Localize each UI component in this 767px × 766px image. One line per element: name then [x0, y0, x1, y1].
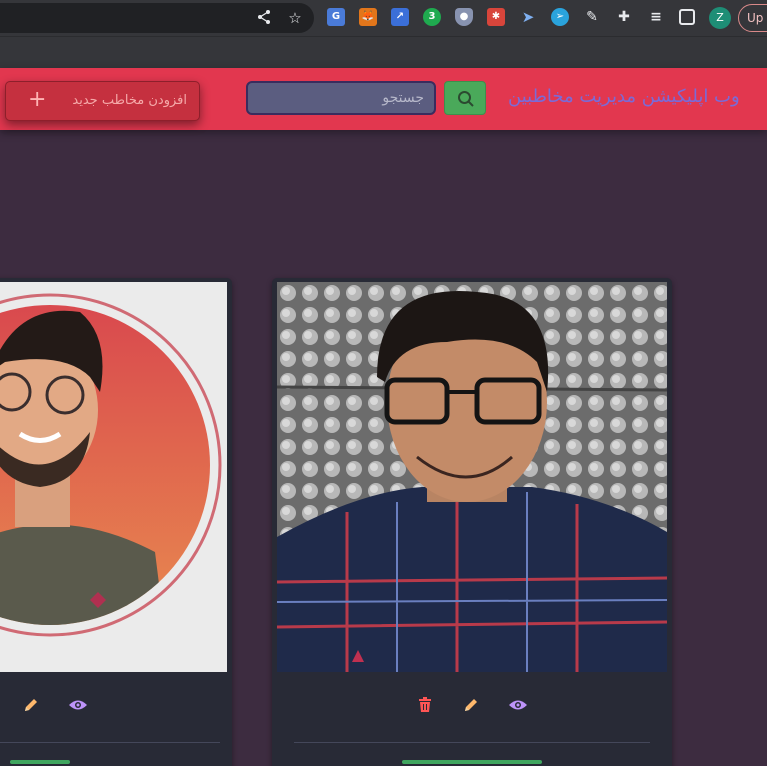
- search-input[interactable]: [246, 81, 436, 115]
- contact-photo: [0, 282, 227, 672]
- browser-toolbar: ☆ G 🦊 ↗ 3 ● ✱ ➤ ➢ ✎ ✚ ≡ Z Up: [0, 0, 767, 36]
- search-icon: [458, 91, 474, 107]
- google-translate-icon[interactable]: G: [327, 8, 345, 26]
- extension-green-3-icon[interactable]: 3: [423, 8, 441, 26]
- bookmarks-bar: [0, 36, 767, 68]
- delete-icon[interactable]: [416, 696, 436, 716]
- color-picker-icon[interactable]: ✎: [583, 8, 601, 26]
- extension-blue-icon[interactable]: ↗: [391, 8, 409, 26]
- add-contact-label: افزودن مخاطب جدید: [72, 93, 187, 108]
- card-divider: [294, 742, 650, 743]
- profile-avatar[interactable]: Z: [709, 7, 731, 29]
- puzzle-icon[interactable]: ✚: [615, 8, 633, 26]
- share-icon[interactable]: [255, 9, 273, 27]
- address-bar[interactable]: ☆: [0, 3, 314, 33]
- extension-red-icon[interactable]: ✱: [487, 8, 505, 26]
- view-icon[interactable]: [508, 696, 528, 716]
- search-button[interactable]: [444, 81, 486, 115]
- card-divider: [0, 742, 220, 743]
- app-navbar: وب اپلیکیشن مدیریت مخاطبین + افزودن مخاط…: [0, 68, 767, 130]
- add-contact-button[interactable]: + افزودن مخاطب جدید: [5, 81, 200, 121]
- contact-name-line: [10, 760, 70, 764]
- plus-icon: +: [28, 87, 47, 112]
- update-button[interactable]: Up: [738, 4, 767, 32]
- contact-name-line: [402, 760, 542, 764]
- reading-list-icon[interactable]: ≡: [647, 8, 665, 26]
- telegram-icon[interactable]: ➢: [551, 8, 569, 26]
- shield-extension-icon[interactable]: ●: [455, 8, 473, 26]
- contact-card: [272, 278, 672, 766]
- view-icon[interactable]: [68, 696, 88, 716]
- contact-photo: [277, 282, 667, 672]
- contact-card: [0, 278, 232, 766]
- metamask-icon[interactable]: 🦊: [359, 8, 377, 26]
- side-panel-icon[interactable]: [679, 9, 695, 25]
- edit-icon[interactable]: [22, 696, 42, 716]
- arrow-extension-icon[interactable]: ➤: [519, 8, 537, 26]
- app-brand-title: وب اپلیکیشن مدیریت مخاطبین: [508, 86, 740, 107]
- edit-icon[interactable]: [462, 696, 482, 716]
- bookmark-star-icon[interactable]: ☆: [286, 9, 304, 27]
- card-actions: [20, 696, 90, 716]
- card-actions: [414, 696, 534, 716]
